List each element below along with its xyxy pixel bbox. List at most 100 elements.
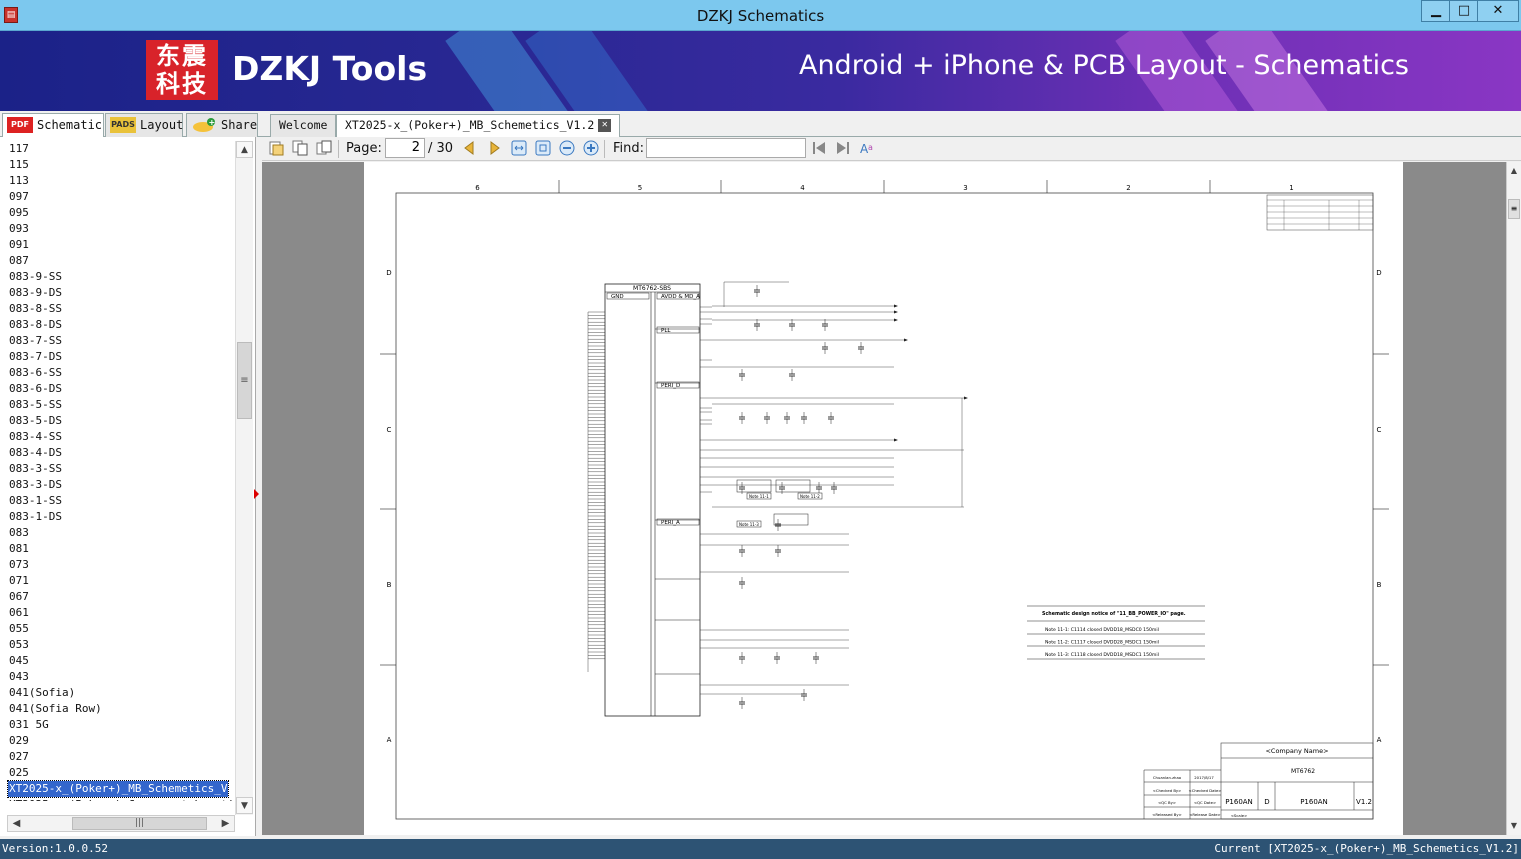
file-list-item[interactable]: 083-5-SS [0, 397, 234, 413]
tab-share[interactable]: + Share [186, 113, 258, 137]
file-list-item[interactable]: 083-8-SS [0, 301, 234, 317]
file-list-item[interactable]: 031 5G [0, 717, 234, 733]
find-next-icon[interactable] [835, 140, 851, 156]
document-viewer[interactable]: 6 5 4 3 2 1 D D C C B B A A MT6762-SBS GND AVDD & MD_A PL… [262, 162, 1506, 835]
tab-share-label: Share [221, 118, 258, 132]
page-label: Page: [346, 141, 382, 156]
title-block-field: <Release Date> [1189, 812, 1220, 817]
minimize-button[interactable]: ▁ [1421, 0, 1451, 22]
previous-page-icon[interactable] [461, 140, 477, 156]
file-list-item[interactable]: 025 [0, 765, 234, 781]
file-list-item[interactable]: 117 [0, 141, 234, 157]
zoom-out-icon[interactable] [559, 140, 575, 156]
viewer-vertical-scrollbar[interactable]: ▲ ≡ ▼ [1506, 162, 1521, 835]
file-list-item[interactable]: 055 [0, 621, 234, 637]
file-list-item[interactable]: 081 [0, 541, 234, 557]
file-list-item[interactable]: 083-1-SS [0, 493, 234, 509]
file-list-item[interactable]: 083-1-DS [0, 509, 234, 525]
file-list-item[interactable]: 043 [0, 669, 234, 685]
file-list-item[interactable]: 083-6-SS [0, 365, 234, 381]
file-list-item[interactable]: 083-8-DS [0, 317, 234, 333]
fit-width-icon[interactable] [511, 140, 527, 156]
tab-document[interactable]: XT2025-x_(Poker+)_MB_Schemetics_V1.2 ✕ [336, 114, 621, 137]
file-list-item[interactable]: 061 [0, 605, 234, 621]
match-case-icon[interactable]: Aa [859, 140, 875, 156]
file-list-item[interactable]: 073 [0, 557, 234, 573]
file-list-item[interactable]: 083-3-SS [0, 461, 234, 477]
file-list-item[interactable]: 091 [0, 237, 234, 253]
tab-schematic[interactable]: PDF Schematic [2, 113, 104, 138]
file-list-item[interactable]: 067 [0, 589, 234, 605]
file-list-item[interactable]: 045 [0, 653, 234, 669]
title-block-field: <Scale> [1231, 813, 1248, 818]
scroll-right-icon[interactable]: ▶ [217, 816, 234, 831]
title-block-field: <Checked Date> [1189, 788, 1222, 793]
scroll-down-icon[interactable]: ▼ [236, 797, 253, 814]
viewer-scroll-down-icon[interactable]: ▼ [1507, 819, 1521, 833]
page-number-input[interactable]: 2 [385, 138, 425, 158]
file-list-item[interactable]: 053 [0, 637, 234, 653]
file-list-item[interactable]: 083-7-DS [0, 349, 234, 365]
size-value: P160AN [1225, 798, 1253, 806]
zoom-in-icon[interactable] [583, 140, 599, 156]
viewer-scroll-up-icon[interactable]: ▲ [1507, 164, 1521, 178]
file-list-item[interactable]: 083-9-DS [0, 285, 234, 301]
hscrollbar-thumb[interactable]: ||| [72, 817, 207, 830]
viewer-scroll-thumb[interactable]: ≡ [1508, 199, 1520, 219]
find-input[interactable] [646, 138, 806, 158]
file-list-item[interactable]: 093 [0, 221, 234, 237]
find-previous-icon[interactable] [811, 140, 827, 156]
file-list-item[interactable]: XT2025-x_(Poker+)_Component_Location_V [0, 797, 234, 801]
file-list-item[interactable]: 083-9-SS [0, 269, 234, 285]
header-banner: 东震科技 DZKJ Tools Android + iPhone & PCB L… [0, 31, 1521, 111]
pages-icon[interactable] [316, 140, 332, 156]
share-icon: + [191, 117, 217, 133]
file-list-item[interactable]: XT2025-x_(Poker+)_MB_Schemetics_V1.2 [7, 780, 234, 798]
net-arrow [894, 310, 898, 314]
file-list-vertical-scrollbar[interactable]: ▲ ≡ ▼ [235, 141, 253, 815]
file-list-item[interactable]: 115 [0, 157, 234, 173]
tab-welcome[interactable]: Welcome [270, 114, 337, 137]
next-page-icon[interactable] [487, 140, 503, 156]
copy-icon[interactable] [292, 140, 308, 156]
file-list-item[interactable]: 083-6-DS [0, 381, 234, 397]
close-tab-icon[interactable]: ✕ [598, 119, 612, 132]
net-arrow [964, 396, 968, 400]
tab-layout-label: Layout [140, 118, 184, 132]
open-file-icon[interactable] [268, 140, 284, 156]
file-list-item[interactable]: 083-4-DS [0, 445, 234, 461]
file-list-item[interactable]: 083-7-SS [0, 333, 234, 349]
column-label: 2 [1126, 184, 1130, 192]
file-list-item[interactable]: 083 [0, 525, 234, 541]
row-label: A [1377, 736, 1382, 744]
scrollbar-thumb[interactable]: ≡ [237, 342, 252, 419]
column-label: 4 [800, 184, 805, 192]
file-list-item[interactable]: 083-5-DS [0, 413, 234, 429]
current-document-text: Current [XT2025-x_(Poker+)_MB_Schemetics… [1214, 842, 1519, 855]
close-button[interactable]: ✕ [1477, 0, 1519, 22]
notes-line: Note 11-1: C1114 closed DVDD18_MSDC0 150… [1045, 627, 1159, 633]
file-list-item[interactable]: 097 [0, 189, 234, 205]
file-list-item[interactable]: 083-3-DS [0, 477, 234, 493]
scroll-up-icon[interactable]: ▲ [236, 141, 253, 158]
file-list-horizontal-scrollbar[interactable]: ◀ ||| ▶ [7, 815, 235, 832]
column-label: 3 [963, 184, 967, 192]
maximize-button[interactable]: □ [1449, 0, 1479, 22]
file-list-item[interactable]: 029 [0, 733, 234, 749]
file-list-item[interactable]: 041(Sofia Row) [0, 701, 234, 717]
file-list-item[interactable]: 083-4-SS [0, 429, 234, 445]
scroll-left-icon[interactable]: ◀ [8, 816, 25, 831]
file-list-item[interactable]: 071 [0, 573, 234, 589]
row-label: C [1377, 426, 1382, 434]
file-list-item[interactable]: 087 [0, 253, 234, 269]
file-list-item[interactable]: 113 [0, 173, 234, 189]
file-list: 117 115 113 097 095 093 091 087 083-9-SS 083-9-DS… [0, 141, 234, 801]
file-list-item[interactable]: 027 [0, 749, 234, 765]
row-label: B [387, 581, 392, 589]
notes-line: Note 11-2: C1117 closed DVDD28_MSDC1 150… [1045, 640, 1159, 646]
fit-page-icon[interactable] [535, 140, 551, 156]
panel-collapse-arrow-icon[interactable] [254, 489, 259, 499]
tab-layout[interactable]: PADS Layout [105, 113, 183, 137]
file-list-item[interactable]: 041(Sofia) [0, 685, 234, 701]
file-list-item[interactable]: 095 [0, 205, 234, 221]
